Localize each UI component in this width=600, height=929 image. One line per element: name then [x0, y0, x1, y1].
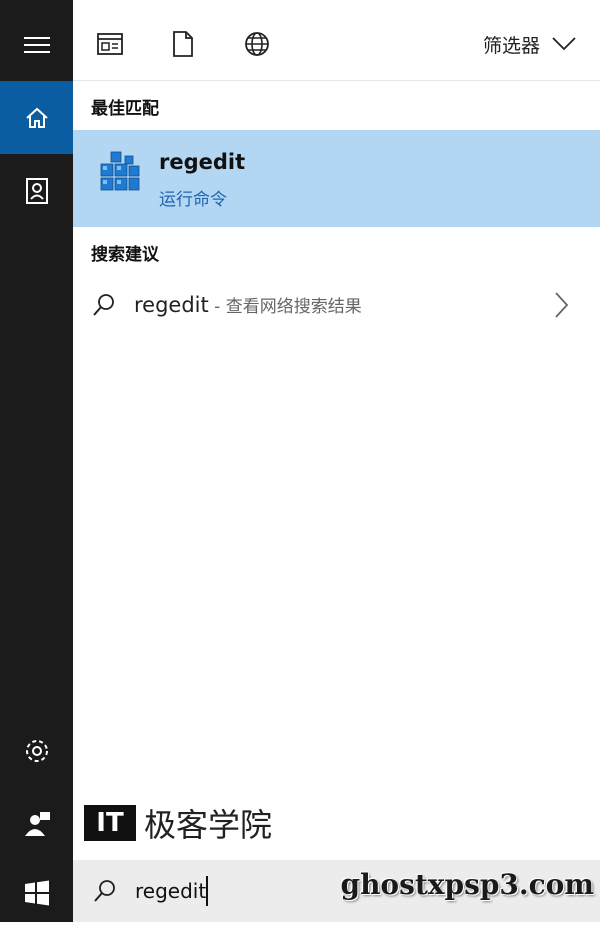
- suggestions-heading: 搜索建议: [91, 245, 159, 265]
- chevron-down-icon: [552, 37, 576, 51]
- search-icon: [94, 880, 115, 902]
- documents-scope-button[interactable]: [167, 28, 199, 60]
- settings-button[interactable]: [0, 714, 73, 787]
- windows-start-icon: [24, 880, 49, 905]
- watermark-logo: IT 极客学院: [84, 800, 272, 846]
- watermark-site: ghostxpsp3.com: [340, 868, 594, 901]
- filter-label: 筛选器: [482, 34, 540, 57]
- notebook-icon: [25, 177, 48, 204]
- suggestion-hint: - 查看网络搜索结果: [208, 297, 362, 317]
- search-input[interactable]: regedit: [135, 879, 206, 903]
- settings-icon: [25, 739, 48, 762]
- menu-button[interactable]: [0, 8, 73, 81]
- feedback-button[interactable]: [0, 787, 73, 860]
- home-icon: [25, 107, 48, 128]
- apps-scope-button[interactable]: [94, 28, 126, 60]
- filter-dropdown[interactable]: 筛选器: [483, 28, 576, 60]
- best-match-item[interactable]: regedit 运行命令: [73, 130, 600, 227]
- home-button[interactable]: [0, 81, 73, 154]
- start-button[interactable]: [0, 856, 73, 929]
- best-match-type: 运行命令: [159, 190, 227, 210]
- regedit-icon: [100, 151, 140, 191]
- left-rail: [0, 0, 73, 922]
- web-scope-button[interactable]: [241, 28, 273, 60]
- apps-icon: [97, 33, 123, 55]
- text-caret: [206, 876, 208, 906]
- suggestion-term: regedit: [134, 293, 209, 317]
- it-home-logo: IT: [84, 805, 136, 841]
- web-suggestion-item[interactable]: regedit - 查看网络搜索结果: [73, 280, 600, 330]
- suggestion-text: regedit - 查看网络搜索结果: [134, 292, 362, 317]
- feedback-icon: [24, 811, 50, 836]
- search-results-panel: 筛选器 最佳匹配 regedit 运行命令 搜索建议 regedit - 查看网…: [73, 0, 600, 860]
- scope-toolbar: 筛选器: [73, 0, 600, 81]
- chevron-right-icon[interactable]: [555, 292, 569, 318]
- best-match-title: regedit: [159, 150, 246, 174]
- hamburger-icon: [23, 36, 50, 53]
- search-icon: [93, 294, 114, 316]
- web-icon: [245, 32, 269, 56]
- best-match-heading: 最佳匹配: [91, 99, 159, 119]
- documents-icon: [173, 31, 193, 57]
- notebook-button[interactable]: [0, 154, 73, 227]
- watermark-brand: 极客学院: [144, 806, 273, 844]
